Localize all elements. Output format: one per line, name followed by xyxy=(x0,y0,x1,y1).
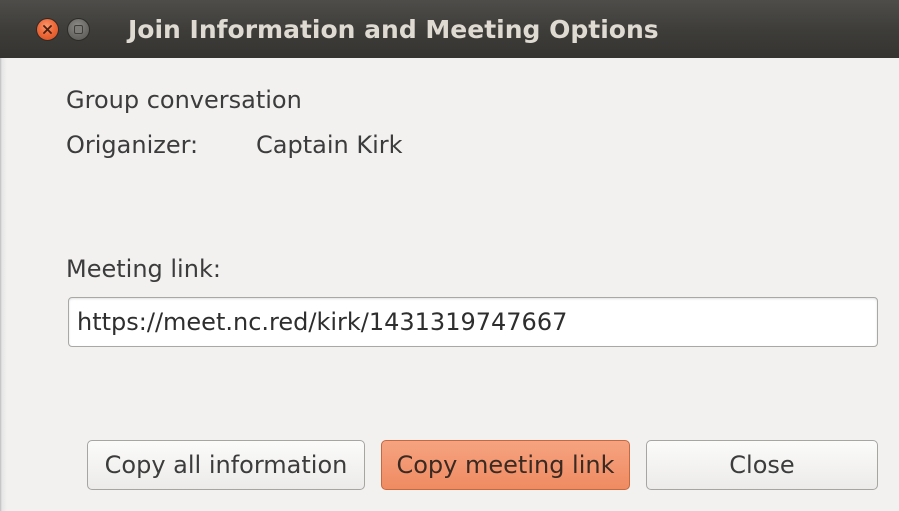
copy-meeting-link-button[interactable]: Copy meeting link xyxy=(381,440,630,490)
conversation-type-label: Group conversation xyxy=(66,86,302,114)
meeting-link-label: Meeting link: xyxy=(66,255,221,283)
window-left-edge xyxy=(0,58,7,511)
window-title: Join Information and Meeting Options xyxy=(128,15,659,44)
organizer-label: Origanizer: xyxy=(66,131,199,159)
copy-all-information-button[interactable]: Copy all information xyxy=(87,440,365,490)
title-bar[interactable]: Join Information and Meeting Options xyxy=(0,0,899,58)
close-icon xyxy=(43,25,52,34)
window-minimize-button[interactable] xyxy=(67,18,90,41)
organizer-name: Captain Kirk xyxy=(256,131,403,159)
minimize-icon xyxy=(74,25,83,34)
dialog-window: Join Information and Meeting Options Gro… xyxy=(0,0,899,511)
window-close-button[interactable] xyxy=(36,18,59,41)
meeting-link-field[interactable]: https://meet.nc.red/kirk/1431319747667 xyxy=(68,297,878,347)
close-button[interactable]: Close xyxy=(646,440,878,490)
